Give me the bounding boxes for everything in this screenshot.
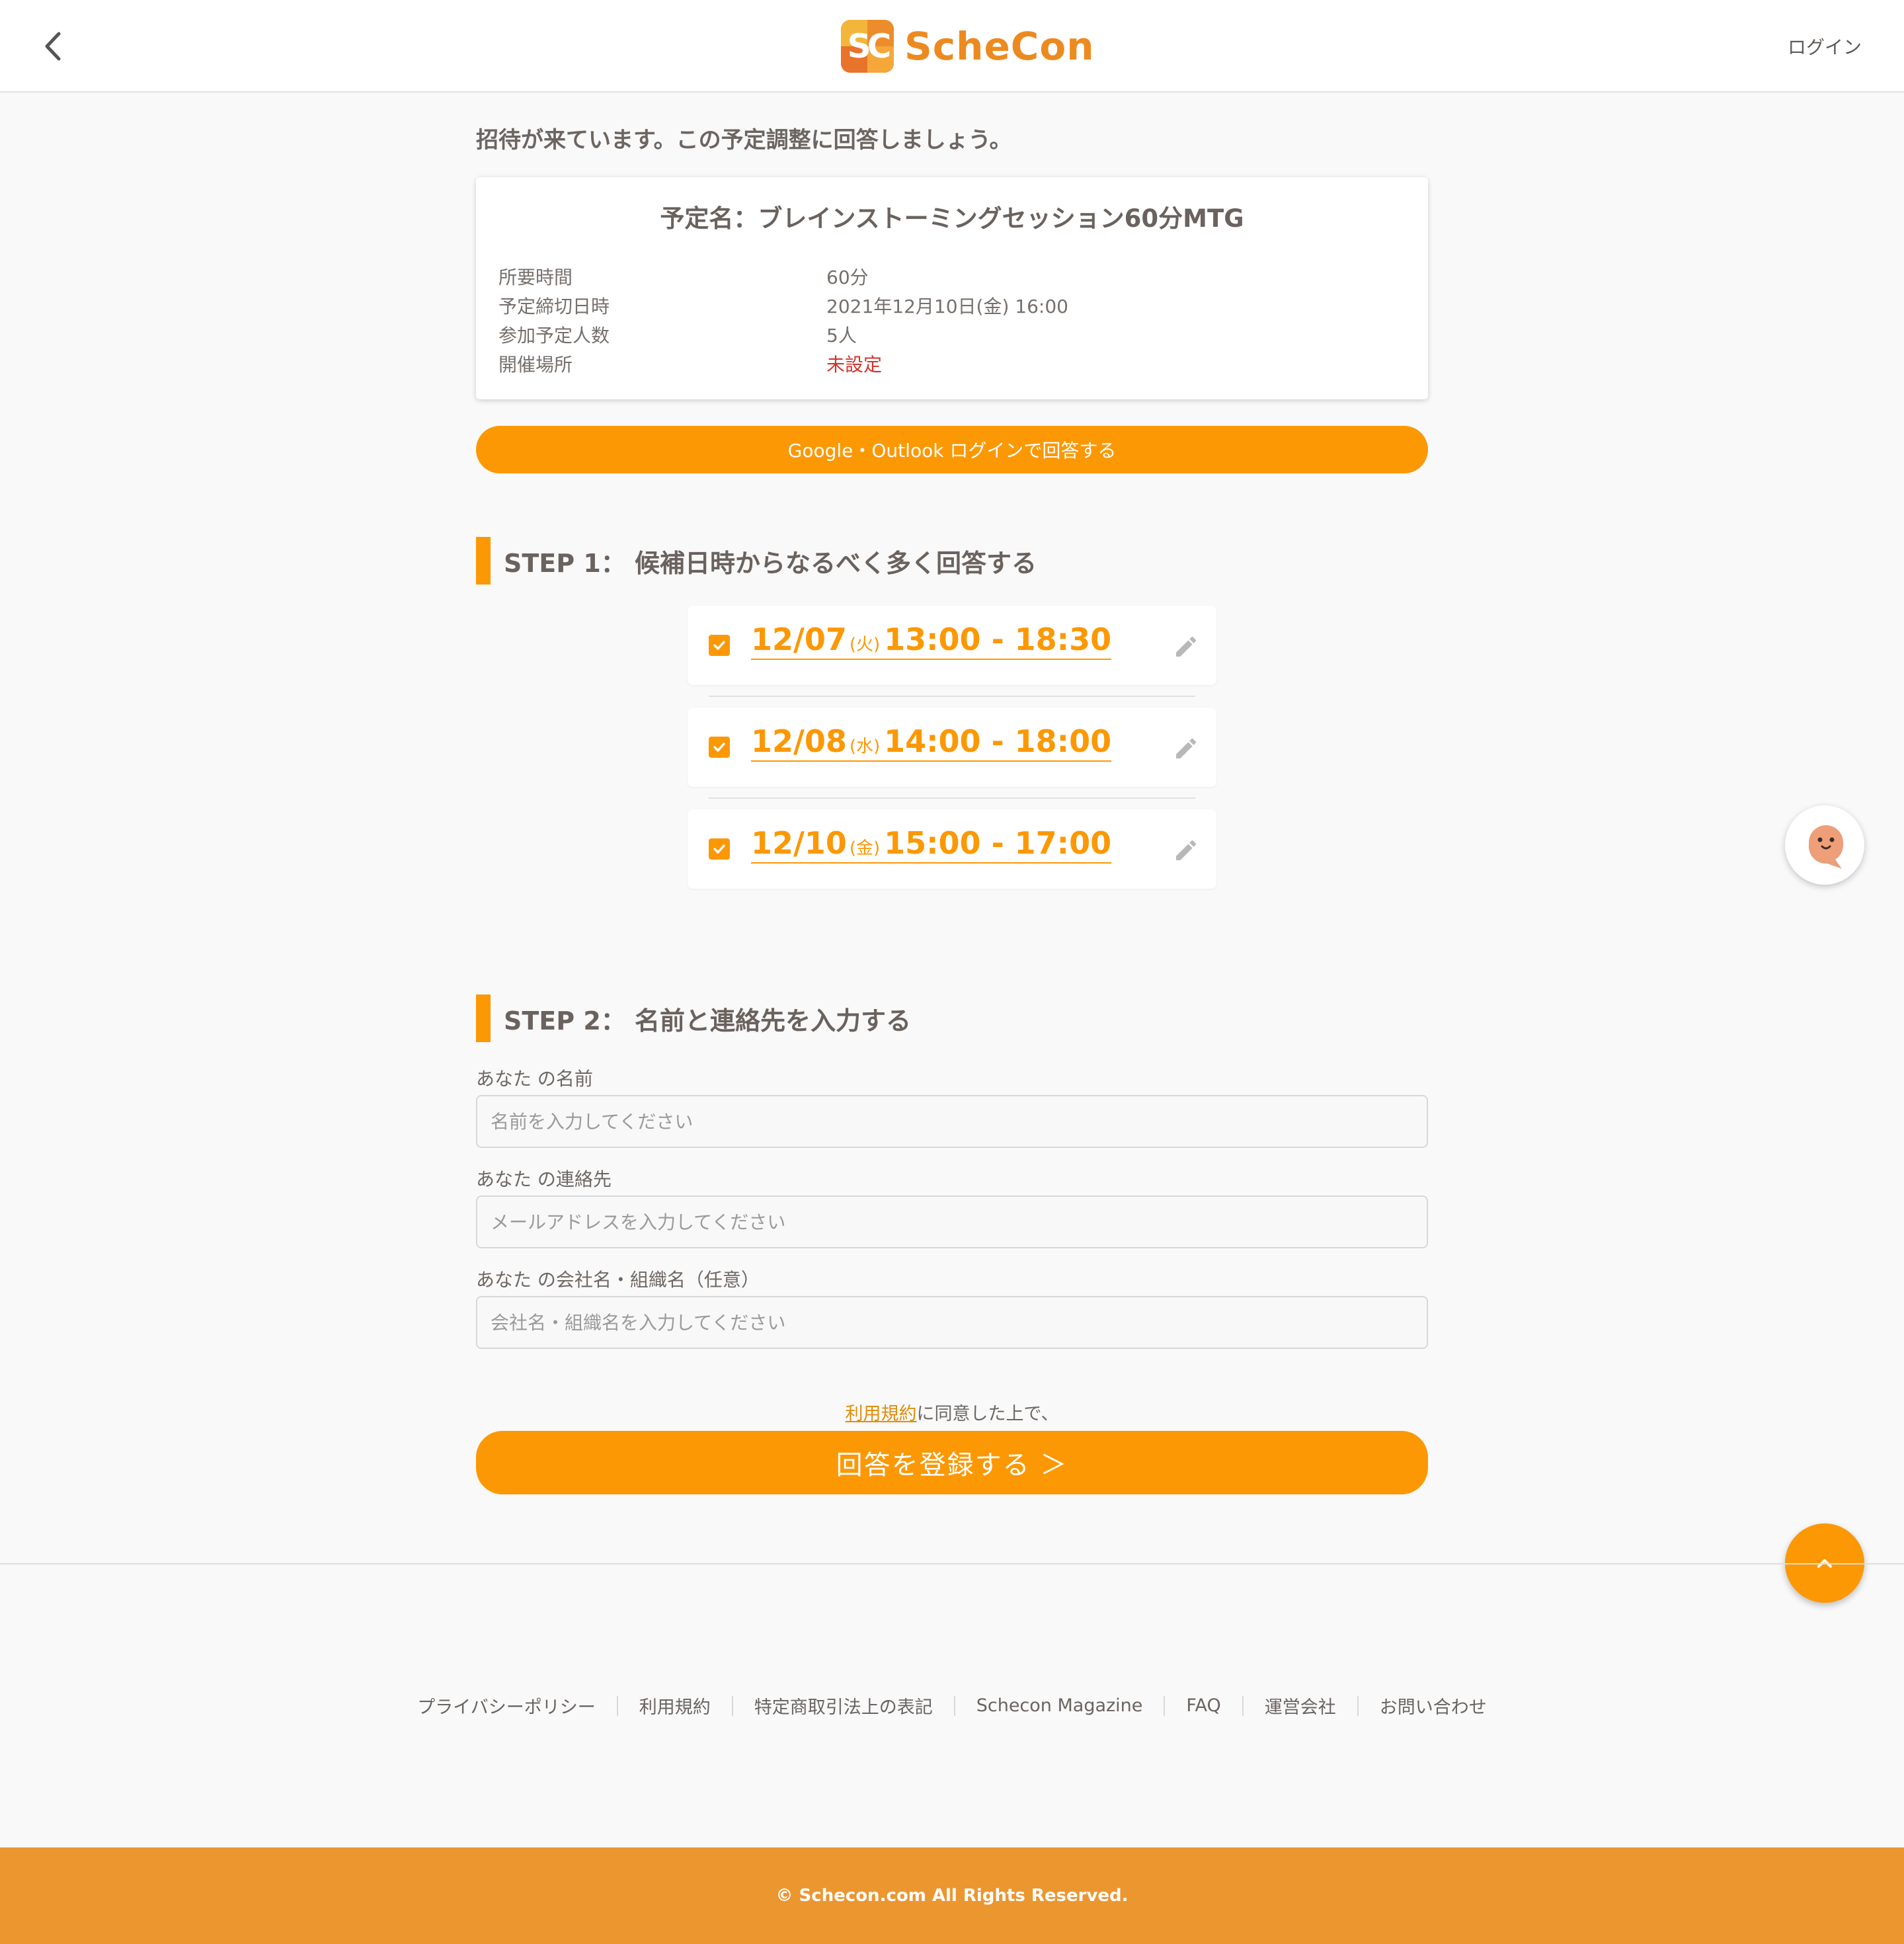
- step2-heading: STEP 2： 名前と連絡先を入力する: [476, 994, 911, 1042]
- logo-text: ScheCon: [904, 24, 1095, 69]
- footer-link-company[interactable]: 運営会社: [1244, 1693, 1357, 1719]
- time-slot-link[interactable]: 12/08 (水) 14:00 - 18:00: [751, 723, 1112, 762]
- footer-link-contact[interactable]: お問い合わせ: [1359, 1693, 1508, 1719]
- footer-link-terms[interactable]: 利用規約: [618, 1693, 732, 1719]
- company-field[interactable]: [476, 1296, 1428, 1349]
- checkbox-checked-icon[interactable]: [709, 838, 730, 860]
- pencil-icon[interactable]: [1173, 633, 1199, 660]
- step1-title: STEP 1： 候補日時からなるべく多く回答する: [504, 548, 1037, 578]
- terms-link[interactable]: 利用規約: [846, 1404, 917, 1424]
- submit-answer-button[interactable]: 回答を登録する ＞: [476, 1431, 1428, 1494]
- footer-link-faq[interactable]: FAQ: [1165, 1695, 1242, 1716]
- footer-link-commerce[interactable]: 特定商取引法上の表記: [733, 1693, 954, 1719]
- detail-label-participants: 参加予定人数: [498, 325, 610, 346]
- event-summary-card: 予定名：ブレインストーミングセッション60分MTG 所要時間 60分 予定締切日…: [476, 177, 1428, 399]
- step2-title: STEP 2： 名前と連絡先を入力する: [504, 1006, 911, 1035]
- name-label: あなた の名前: [476, 1068, 593, 1090]
- slot-divider: [709, 696, 1195, 697]
- footer-link-privacy[interactable]: プライバシーポリシー: [396, 1693, 616, 1719]
- detail-value-duration: 60分: [826, 266, 869, 288]
- email-field[interactable]: [476, 1195, 1428, 1248]
- back-button[interactable]: [37, 29, 69, 63]
- terms-notice: 利用規約に同意した上で、: [0, 1399, 1904, 1425]
- copyright-text: © Schecon.com All Rights Reserved.: [775, 1886, 1129, 1906]
- terms-suffix: に同意した上で、: [916, 1404, 1059, 1424]
- detail-value-participants: 5人: [826, 325, 857, 346]
- step-accent-bar: [476, 994, 491, 1042]
- time-slot-2: 12/08 (水) 14:00 - 18:00: [688, 708, 1216, 787]
- chat-mascot-icon: [1808, 825, 1843, 869]
- time-slot-1: 12/07 (火) 13:00 - 18:30: [688, 606, 1216, 685]
- footer-link-magazine[interactable]: Schecon Magazine: [955, 1695, 1164, 1716]
- contact-label: あなた の連絡先: [476, 1168, 612, 1190]
- company-label: あなた の会社名・組織名（任意）: [476, 1269, 760, 1291]
- chat-button[interactable]: [1785, 805, 1864, 885]
- detail-value-deadline: 2021年12月10日(金) 16:00: [826, 296, 1068, 317]
- event-title: 予定名：ブレインストーミングセッション60分MTG: [660, 204, 1244, 233]
- schecon-logo[interactable]: SC ScheCon: [841, 20, 1094, 73]
- step-accent-bar: [476, 537, 491, 585]
- footer-bar: © Schecon.com All Rights Reserved.: [0, 1847, 1904, 1944]
- checkbox-checked-icon[interactable]: [709, 635, 730, 656]
- chevron-left-icon: [45, 32, 61, 61]
- name-field[interactable]: [476, 1095, 1428, 1148]
- detail-label-duration: 所要時間: [498, 266, 573, 288]
- checkbox-checked-icon[interactable]: [709, 737, 730, 758]
- time-slot-3: 12/10 (金) 15:00 - 17:00: [688, 809, 1216, 889]
- detail-value-location: 未設定: [826, 354, 883, 376]
- invitation-message: 招待が来ています。この予定調整に回答しましょう。: [476, 127, 1012, 153]
- time-slot-link[interactable]: 12/10 (金) 15:00 - 17:00: [751, 825, 1112, 864]
- oauth-login-button[interactable]: Google・Outlook ログインで回答する: [476, 426, 1428, 473]
- footer-links: プライバシーポリシー 利用規約 特定商取引法上の表記 Schecon Magaz…: [0, 1693, 1904, 1719]
- detail-label-deadline: 予定締切日時: [498, 296, 610, 317]
- footer-divider: [0, 1563, 1904, 1564]
- slot-divider: [709, 797, 1195, 799]
- detail-label-location: 開催場所: [498, 354, 573, 376]
- step1-heading: STEP 1： 候補日時からなるべく多く回答する: [476, 537, 1037, 585]
- pencil-icon[interactable]: [1173, 735, 1199, 762]
- pencil-icon[interactable]: [1173, 837, 1199, 864]
- logo-mark-icon: SC: [841, 20, 894, 73]
- login-link[interactable]: ログイン: [1788, 33, 1862, 60]
- time-slot-link[interactable]: 12/07 (火) 13:00 - 18:30: [751, 622, 1112, 660]
- app-header: SC ScheCon ログイン: [0, 0, 1904, 93]
